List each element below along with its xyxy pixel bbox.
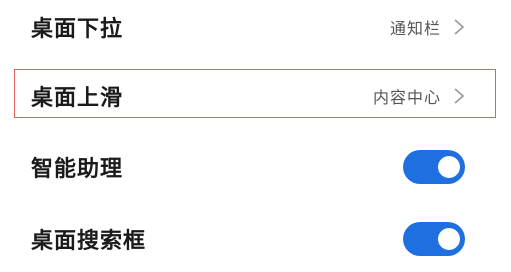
setting-row-desktop-search-box: 桌面搜索框	[0, 206, 511, 272]
setting-row-desktop-pulldown[interactable]: 桌面下拉 通知栏	[0, 0, 511, 60]
setting-label: 桌面搜索框	[31, 229, 147, 254]
setting-label: 桌面下拉	[31, 17, 124, 42]
chevron-right-icon	[454, 19, 465, 35]
setting-row-desktop-swipe-up[interactable]: 桌面上滑 内容中心	[0, 63, 511, 129]
desktop-search-toggle[interactable]	[403, 222, 465, 256]
chevron-right-icon	[454, 88, 465, 104]
setting-value: 通知栏	[389, 19, 441, 38]
setting-row-smart-assistant: 智能助理	[0, 134, 511, 200]
toggle-knob	[438, 228, 460, 250]
toggle-knob	[438, 156, 460, 178]
setting-label: 智能助理	[31, 157, 124, 182]
smart-assistant-toggle[interactable]	[403, 150, 465, 184]
setting-value: 内容中心	[372, 88, 441, 107]
setting-label: 桌面上滑	[31, 86, 124, 111]
